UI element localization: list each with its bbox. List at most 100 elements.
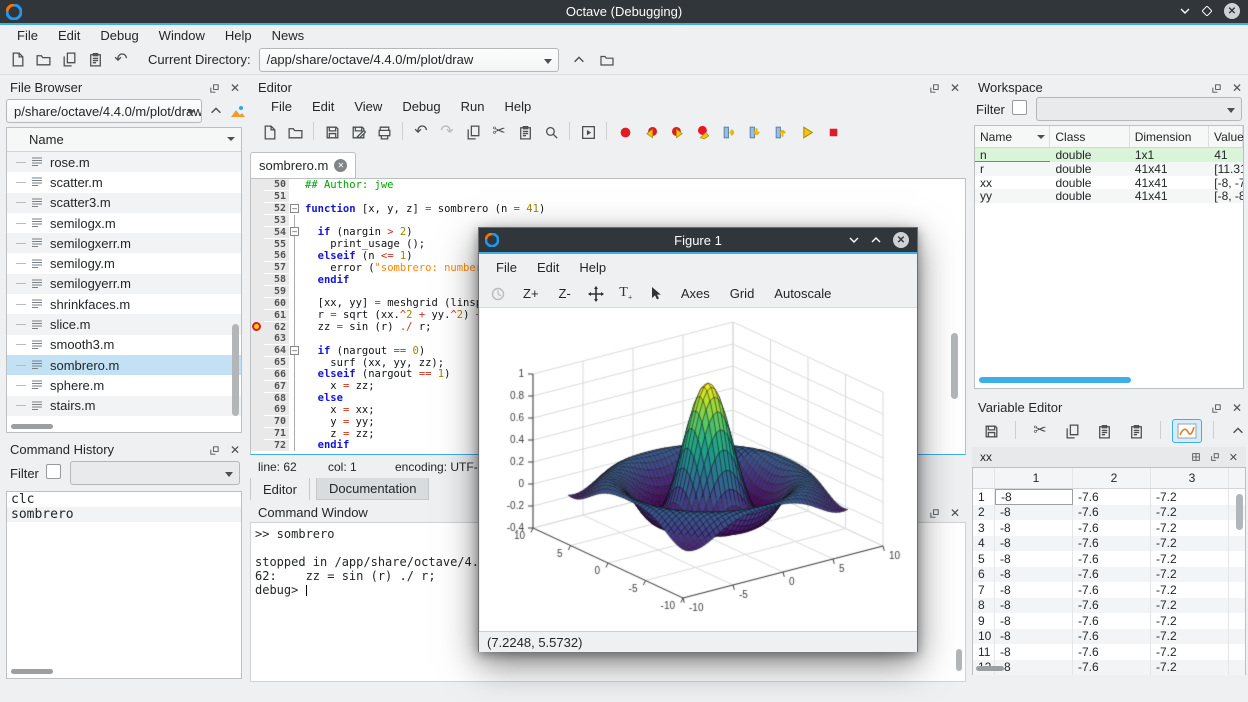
minimize-icon[interactable] [849,235,859,245]
fold-margin[interactable] [289,404,301,416]
variable-vscrollbar[interactable] [1236,494,1243,530]
editor-menu-view[interactable]: View [345,97,391,116]
float-icon[interactable] [929,83,940,94]
cell[interactable]: -7.6 [1073,613,1151,629]
breakpoint-margin[interactable] [251,274,264,286]
editor-vscrollbar[interactable] [951,333,958,399]
cell[interactable]: -7.2 [1151,660,1229,676]
figure-canvas[interactable] [480,308,917,631]
breakpoint-margin[interactable] [251,345,264,357]
insert-text-tool-icon[interactable]: T+ [613,282,639,306]
save-icon[interactable] [978,419,1004,443]
fold-icon[interactable]: – [290,204,299,213]
breakpoint-margin[interactable] [251,203,264,215]
figure-titlebar[interactable]: Figure 1 ✕ [479,228,917,252]
file-row[interactable]: rose.m [7,152,241,172]
breakpoint-margin[interactable] [251,357,264,369]
menu-debug[interactable]: Debug [91,26,147,45]
filter-combo[interactable] [1036,97,1242,121]
breakpoint-margin[interactable] [251,238,264,250]
figure-menu-help[interactable]: Help [570,258,615,277]
fold-margin[interactable] [289,215,301,227]
new-script-icon[interactable] [4,48,30,72]
pan-tool-icon[interactable] [583,282,609,306]
breakpoint-margin[interactable] [251,404,264,416]
cell[interactable]: -8 [995,598,1073,614]
breakpoint-margin[interactable] [251,392,264,404]
file-row[interactable]: semilogy.m [7,253,241,273]
cell[interactable]: -7.2 [1151,520,1229,536]
file-list-header[interactable]: Name [7,128,241,152]
fold-margin[interactable]: – [289,226,301,238]
rotate-tool-icon[interactable] [485,282,511,306]
command-window-vscrollbar[interactable] [956,649,962,671]
fold-margin[interactable] [289,309,301,321]
cell[interactable]: -7.6 [1073,660,1151,676]
open-file-icon[interactable] [30,48,56,72]
browse-directory-icon[interactable] [595,48,619,72]
workspace-row[interactable]: xxdouble41x41[-8, -7.6 [975,176,1243,190]
titlebar[interactable]: Octave (Debugging) ✕ [0,0,1248,23]
fold-margin[interactable] [289,440,301,452]
history-hscrollbar[interactable] [11,669,53,674]
paste-icon[interactable] [1123,419,1149,443]
paste-icon[interactable] [1091,419,1117,443]
cell[interactable]: -8 [995,551,1073,567]
editor-menu-file[interactable]: File [262,97,301,116]
editor-tab-sombrero[interactable]: sombrero.m ✕ [250,152,356,178]
file-list-hscrollbar[interactable] [11,424,53,429]
fold-margin[interactable] [289,274,301,286]
variable-row[interactable]: 6-8-7.6-7.2 [973,567,1245,583]
dock-tab-editor[interactable]: Editor [250,478,310,500]
float-icon[interactable] [1210,452,1220,462]
menu-file[interactable]: File [8,26,47,45]
fold-icon[interactable]: – [290,346,299,355]
close-icon[interactable]: ✕ [1229,451,1238,464]
editor-menu-debug[interactable]: Debug [393,97,449,116]
workspace-hscrollbar[interactable] [979,377,1131,383]
fold-icon[interactable]: – [290,227,299,236]
file-row[interactable]: scatter.m [7,172,241,192]
workspace-row[interactable]: rdouble41x41[11.314 [975,162,1243,176]
grid-button[interactable]: Grid [722,283,763,304]
column-header[interactable]: 1 [995,468,1073,488]
fold-margin[interactable] [289,238,301,250]
undo-icon[interactable]: ↶ [408,120,434,144]
maximize-icon[interactable] [1202,6,1212,16]
float-icon[interactable] [1211,403,1222,414]
code-line[interactable]: 50## Author: jwe [251,179,965,191]
file-row[interactable]: semilogx.m [7,213,241,233]
fold-margin[interactable] [289,191,301,203]
figure-menu-edit[interactable]: Edit [528,258,568,277]
breakpoint-margin[interactable] [251,380,264,392]
editor-menu-edit[interactable]: Edit [303,97,343,116]
fold-margin[interactable]: – [289,203,301,215]
breakpoint-margin[interactable] [251,309,264,321]
file-row[interactable]: sombrero.m [7,355,241,375]
close-icon[interactable]: ✕ [230,81,240,95]
save-as-icon[interactable] [345,120,371,144]
cell[interactable]: -8 [995,629,1073,645]
float-icon[interactable] [209,83,220,94]
breakpoint-margin[interactable] [251,369,264,381]
cell[interactable]: -8 [995,520,1073,536]
breakpoint-margin[interactable] [251,416,264,428]
run-file-icon[interactable] [575,120,601,144]
cell[interactable]: -8 [995,505,1073,521]
float-icon[interactable] [929,508,940,519]
cell[interactable]: -7.6 [1073,520,1151,536]
breakpoint-margin[interactable] [251,440,264,452]
code-line[interactable]: 52–function [x, y, z] = sombrero (n = 41… [251,203,965,215]
cell[interactable]: -7.6 [1073,582,1151,598]
paste-icon[interactable] [512,120,538,144]
breakpoint-margin[interactable] [251,333,264,345]
directory-up-icon[interactable] [567,48,591,72]
fold-margin[interactable] [289,262,301,274]
float-icon[interactable] [209,445,220,456]
filter-checkbox[interactable] [1012,100,1027,115]
menu-news[interactable]: News [263,26,314,45]
fold-margin[interactable] [289,297,301,309]
column-header-dimension[interactable]: Dimension [1130,126,1209,147]
fold-margin[interactable] [289,392,301,404]
variable-row[interactable]: 12-8-7.6-7.2 [973,660,1245,676]
